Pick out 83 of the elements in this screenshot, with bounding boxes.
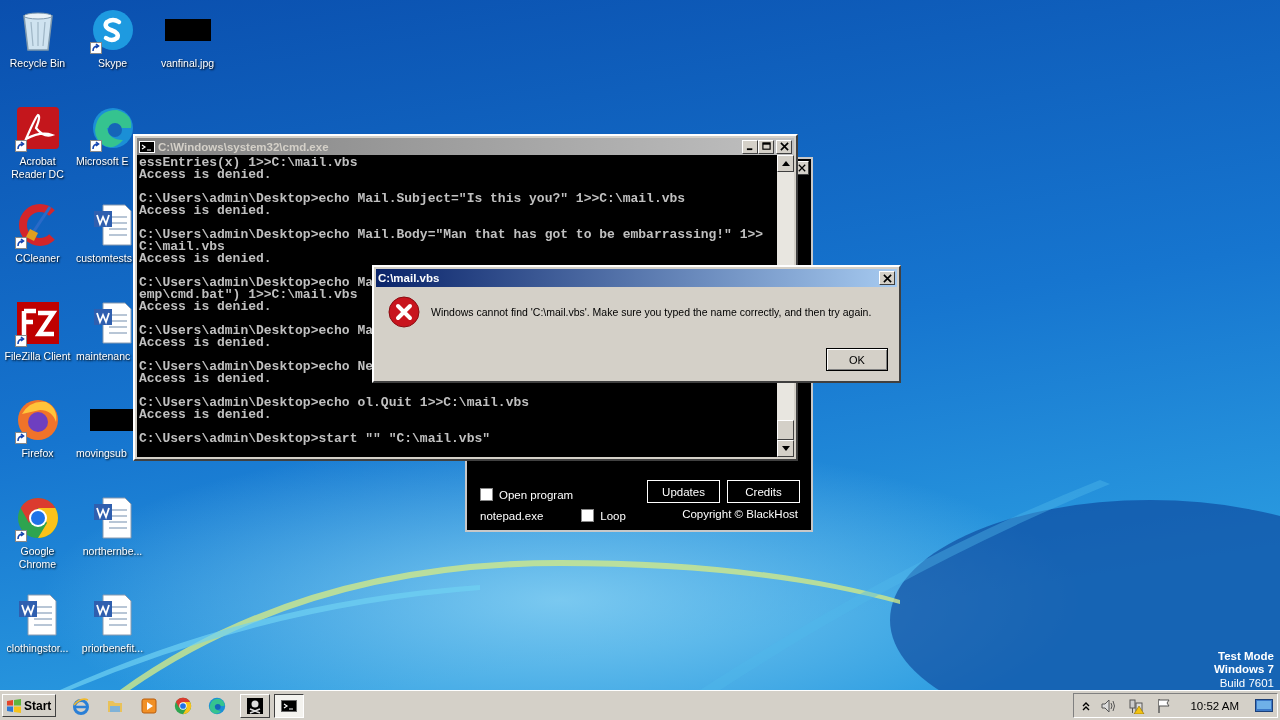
skype-icon[interactable] (90, 8, 135, 52)
console-line: Access is denied. (139, 373, 272, 385)
console-line: C:\Users\admin\Desktop>echo Mail.Body="Man that has got to be embarrassing!" 1>> (139, 229, 764, 241)
chrome-icon[interactable] (15, 495, 60, 540)
maximize-icon (761, 142, 771, 151)
firefox-icon[interactable] (15, 398, 60, 442)
console-line: C:\Users\admin\Desktop>echo Ne (139, 361, 374, 373)
checkbox-label[interactable]: Loop (600, 509, 626, 522)
error-icon (388, 296, 420, 328)
internet-explorer-icon[interactable] (72, 696, 91, 715)
chevron-up-icon[interactable] (1082, 700, 1091, 711)
console-line: Access is denied. (139, 169, 272, 181)
console-line: C:\Users\admin\Desktop>start "" "C:\mail.vbs" (139, 433, 491, 445)
desktop-icon-label[interactable]: clothingstor... (6, 642, 69, 655)
console-line: essEntries(x) 1>>C:\mail.vbs (139, 157, 358, 169)
copyright-text: Copyright © BlackHost (682, 508, 798, 520)
ok-button[interactable]: OK (826, 348, 888, 371)
desktop-icon-label[interactable]: customtests (76, 252, 133, 265)
app-task-button[interactable] (240, 693, 271, 718)
desktop-icon-label[interactable]: northernbe... (82, 544, 143, 558)
console-line: Access is denied. (139, 301, 272, 313)
credits-button[interactable]: Credits (727, 480, 800, 503)
close-icon (882, 273, 892, 283)
windows-logo-icon (6, 697, 22, 714)
checkbox[interactable] (581, 509, 595, 522)
console-line: Access is denied. (139, 337, 272, 349)
chrome-icon[interactable] (174, 696, 193, 715)
image-thumbnail[interactable] (89, 409, 136, 431)
show-desktop-icon[interactable] (1255, 698, 1273, 713)
checkbox[interactable] (480, 488, 493, 501)
window-title: C:\Windows\system32\cmd.exe (158, 140, 330, 153)
down-arrow-icon (781, 446, 790, 451)
clock[interactable]: 10:52 AM (1190, 699, 1239, 712)
desktop-icon-label[interactable]: Skype (97, 57, 128, 70)
desktop-icon-label[interactable]: Acrobat Reader DC (7, 154, 68, 181)
system-notice-text: Build 7601 (1219, 676, 1274, 690)
desktop-icon-label[interactable]: Google Chrome (7, 544, 68, 571)
close-icon (779, 142, 789, 151)
desktop-icon-label[interactable]: vanfinal.jpg (160, 57, 215, 70)
console-line: C:\Users\admin\Desktop>echo Ma (139, 325, 374, 337)
media-player-icon[interactable] (140, 696, 159, 715)
console-line: C:\Users\admin\Desktop>echo Ma (139, 277, 374, 289)
checkbox-label[interactable]: Open program (499, 488, 574, 501)
updates-button[interactable]: Updates (647, 480, 720, 503)
scroll-down-button[interactable] (777, 440, 794, 457)
error-message: Windows cannot find 'C:\mail.vbs'. Make sure you typed the name correctly, and then try again. (431, 306, 872, 318)
network-warning-icon[interactable] (1128, 697, 1147, 714)
console-line: Access is denied. (139, 253, 272, 265)
desktop-icon-label[interactable]: CCleaner (15, 252, 60, 265)
flag-icon[interactable] (1156, 697, 1173, 714)
desktop-icon-label[interactable]: priorbenefit... (81, 642, 144, 655)
console-line: C:\mail.vbs (139, 241, 225, 253)
console-line: C:\Users\admin\Desktop>echo ol.Quit 1>>C:\mail.vbs (139, 397, 530, 409)
up-arrow-icon (781, 161, 790, 166)
desktop-icon-label[interactable]: Recycle Bin (9, 57, 66, 70)
system-notice-text: Test Mode (1218, 649, 1274, 663)
scroll-thumb[interactable] (777, 420, 794, 440)
image-thumbnail[interactable] (164, 19, 211, 41)
edge-icon[interactable] (208, 696, 227, 715)
dialog-title: C:\mail.vbs (378, 272, 440, 284)
system-notice-text: Windows 7 (1214, 663, 1274, 677)
desktop-icon-label[interactable]: FileZilla Client (4, 349, 71, 363)
scroll-up-button[interactable] (777, 155, 794, 172)
console-icon (139, 140, 155, 153)
desktop-icon-label[interactable]: Microsoft E (76, 154, 129, 168)
program-name: notepad.exe (480, 509, 544, 522)
close-icon (798, 164, 806, 172)
console-line: C:\Users\admin\Desktop>echo Mail.Subject="Is this you?" 1>>C:\mail.vbs (139, 193, 686, 205)
console-task-button[interactable] (274, 693, 305, 718)
skull-icon (247, 697, 264, 714)
console-icon (281, 699, 298, 712)
close-button[interactable] (879, 271, 895, 285)
maximize-button[interactable] (758, 139, 774, 154)
close-button[interactable] (776, 139, 792, 154)
desktop-icon-label[interactable]: maintenanc (76, 349, 131, 363)
desktop-icon-label[interactable]: Firefox (21, 447, 54, 460)
start-button[interactable]: Start (2, 694, 57, 717)
console-line: Access is denied. (139, 205, 272, 217)
console-line: Access is denied. (139, 409, 272, 421)
desktop-icon-label[interactable]: movingsub (76, 447, 127, 460)
console-line: emp\cmd.bat") 1>>C:\mail.vbs (139, 289, 358, 301)
edge-icon[interactable] (90, 105, 135, 150)
minimize-button[interactable] (742, 139, 758, 154)
